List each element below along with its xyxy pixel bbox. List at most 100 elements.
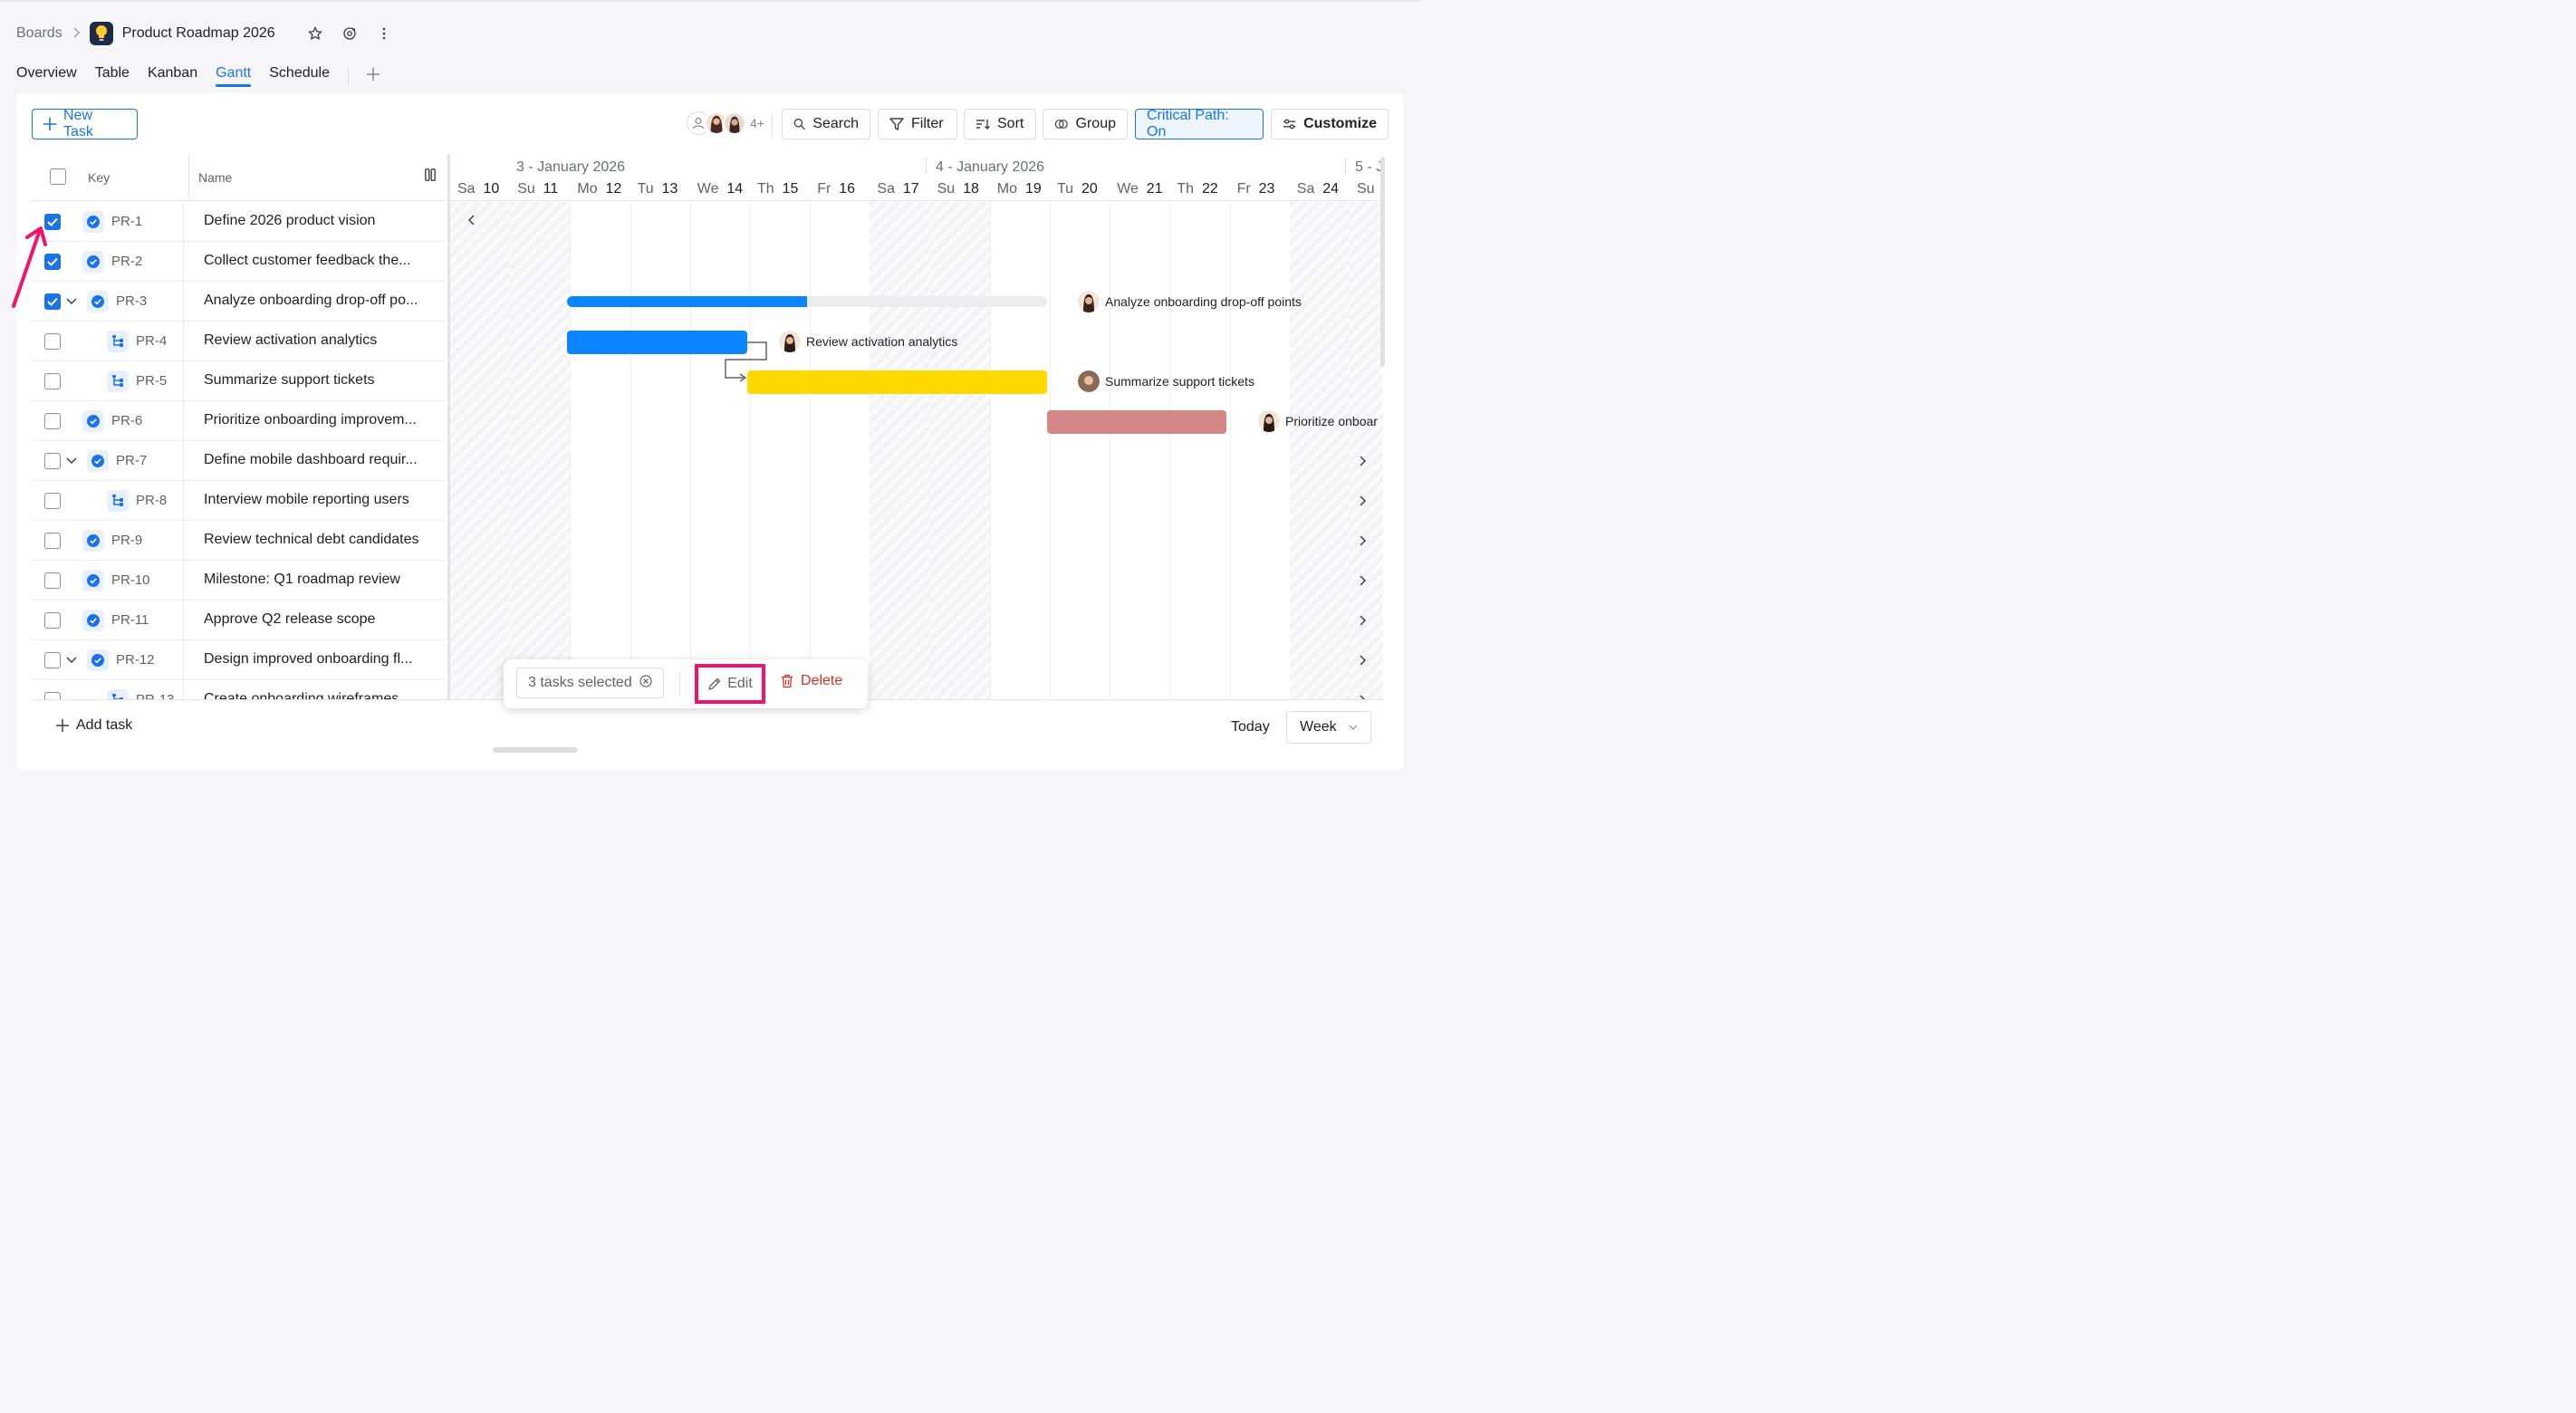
table-row[interactable]: PR-6 Prioritize onboarding improvem...	[32, 401, 447, 441]
edit-button[interactable]: Edit	[695, 664, 765, 704]
filter-button[interactable]: Filter	[878, 109, 957, 139]
day-of-week: Su	[937, 181, 956, 197]
task-name[interactable]: Summarize support tickets	[204, 372, 375, 389]
star-icon[interactable]	[304, 23, 326, 44]
column-header-name[interactable]: Name	[198, 170, 232, 185]
task-name[interactable]: Interview mobile reporting users	[204, 492, 409, 508]
customize-button[interactable]: Customize	[1271, 109, 1389, 139]
week-label: 5 - Ja	[1355, 159, 1383, 175]
tab-overview[interactable]: Overview	[16, 62, 77, 89]
critical-path-toggle[interactable]: Critical Path: On	[1135, 108, 1264, 139]
table-row[interactable]: PR-9 Review technical debt candidates	[32, 521, 447, 561]
sort-button[interactable]: Sort	[964, 109, 1036, 139]
table-row[interactable]: PR-12 Design improved onboarding fl...	[32, 640, 447, 680]
search-button[interactable]: Search	[782, 109, 870, 139]
tab-table[interactable]: Table	[95, 62, 130, 89]
chevron-right-icon[interactable]	[1355, 533, 1370, 548]
tab-schedule[interactable]: Schedule	[269, 62, 330, 89]
task-name[interactable]: Milestone: Q1 roadmap review	[204, 572, 400, 588]
chevron-right-icon[interactable]	[1355, 494, 1370, 508]
task-name[interactable]: Approve Q2 release scope	[204, 611, 375, 628]
row-checkbox[interactable]	[44, 612, 61, 629]
task-key: PR-12	[116, 652, 155, 668]
table-row[interactable]: PR-2 Collect customer feedback the...	[32, 242, 447, 282]
select-all-checkbox[interactable]	[50, 168, 66, 185]
add-view-icon[interactable]	[366, 62, 380, 89]
gantt-card: New Task 4+ Search Filter Sort Group Cri…	[16, 93, 1404, 770]
chevron-right-icon[interactable]	[1355, 653, 1370, 668]
new-task-button[interactable]: New Task	[32, 108, 138, 139]
expand-chevron-icon[interactable]	[64, 653, 79, 668]
day-of-week: Fr	[1236, 181, 1251, 197]
task-name[interactable]: Prioritize onboarding improvem...	[204, 412, 417, 428]
task-bar-pr-5[interactable]	[747, 370, 1047, 394]
task-bar-pr-4[interactable]	[567, 331, 747, 354]
weekend-shade	[870, 202, 930, 700]
breadcrumb-boards-link[interactable]: Boards	[16, 25, 62, 42]
table-row[interactable]: PR-4 Review activation analytics	[32, 322, 447, 361]
table-row[interactable]: PR-11 Approve Q2 release scope	[32, 601, 447, 640]
bar-label-text: Summarize support tickets	[1105, 374, 1254, 389]
day-number: 15	[782, 181, 799, 197]
group-button[interactable]: Group	[1043, 109, 1128, 139]
row-checkbox[interactable]	[44, 453, 61, 469]
task-name[interactable]: Review activation analytics	[204, 332, 377, 349]
selection-chip: 3 tasks selected	[516, 668, 664, 698]
watch-icon[interactable]	[339, 23, 360, 44]
chevron-right-icon[interactable]	[1355, 573, 1370, 588]
weekend-shade	[510, 202, 571, 700]
expand-chevron-icon[interactable]	[64, 454, 79, 468]
day-label: Th 22	[1177, 181, 1217, 197]
row-checkbox[interactable]	[44, 333, 61, 350]
row-checkbox[interactable]	[44, 652, 61, 668]
sort-icon	[976, 120, 990, 130]
column-header-key[interactable]: Key	[88, 170, 110, 185]
delete-button[interactable]: Delete	[781, 673, 842, 689]
task-name[interactable]: Design improved onboarding fl...	[204, 651, 412, 668]
horizontal-scrollbar[interactable]	[493, 747, 578, 753]
row-checkbox[interactable]	[44, 533, 61, 549]
row-checkbox[interactable]	[44, 413, 61, 429]
task-name[interactable]: Collect customer feedback the...	[204, 253, 411, 269]
chevron-right-icon[interactable]	[1355, 454, 1370, 468]
table-row[interactable]: PR-3 Analyze onboarding drop-off po...	[32, 282, 447, 322]
task-name[interactable]: Analyze onboarding drop-off po...	[204, 293, 418, 309]
table-row[interactable]: PR-1 Define 2026 product vision	[32, 202, 447, 242]
assignee-avatars[interactable]: 4+	[687, 111, 764, 135]
task-name[interactable]: Review technical debt candidates	[204, 532, 418, 548]
group-label: Group	[1075, 116, 1116, 131]
search-label: Search	[812, 116, 859, 131]
expand-chevron-icon[interactable]	[64, 294, 79, 309]
task-key: PR-9	[111, 533, 143, 548]
avatar	[1078, 370, 1100, 392]
task-bar-pr-3[interactable]	[567, 296, 1047, 307]
weekend-shade	[929, 202, 990, 700]
task-bar-pr-6[interactable]	[1047, 410, 1226, 434]
table-row[interactable]: PR-13 Create onboarding wireframes	[32, 680, 447, 700]
page-title: Product Roadmap 2026	[121, 25, 275, 41]
more-vertical-icon[interactable]	[373, 23, 395, 44]
row-checkbox[interactable]	[44, 493, 61, 509]
day-of-week: We	[697, 181, 719, 197]
day-number: 17	[902, 181, 919, 197]
clear-selection-icon[interactable]	[639, 674, 652, 692]
subtask-icon	[107, 370, 129, 392]
task-name[interactable]: Define mobile dashboard requir...	[204, 452, 418, 468]
tab-gantt[interactable]: Gantt	[216, 62, 252, 89]
table-row[interactable]: PR-7 Define mobile dashboard requir...	[32, 441, 447, 481]
table-row[interactable]: PR-8 Interview mobile reporting users	[32, 481, 447, 521]
add-task-button[interactable]: Add task	[56, 717, 132, 734]
table-row[interactable]: PR-10 Milestone: Q1 roadmap review	[32, 561, 447, 601]
vertical-scrollbar[interactable]	[1380, 157, 1385, 367]
columns-icon[interactable]	[425, 168, 439, 185]
row-checkbox[interactable]	[44, 572, 61, 589]
tab-kanban[interactable]: Kanban	[148, 62, 197, 89]
table-row[interactable]: PR-5 Summarize support tickets	[32, 361, 447, 401]
row-checkbox[interactable]	[44, 373, 61, 389]
chevron-left-icon[interactable]	[465, 213, 479, 227]
chevron-right-icon[interactable]	[1355, 613, 1370, 628]
task-check-icon	[82, 251, 104, 273]
view-scale-select[interactable]: Week	[1286, 711, 1371, 744]
today-button[interactable]: Today	[1231, 719, 1270, 735]
task-name[interactable]: Define 2026 product vision	[204, 213, 375, 229]
